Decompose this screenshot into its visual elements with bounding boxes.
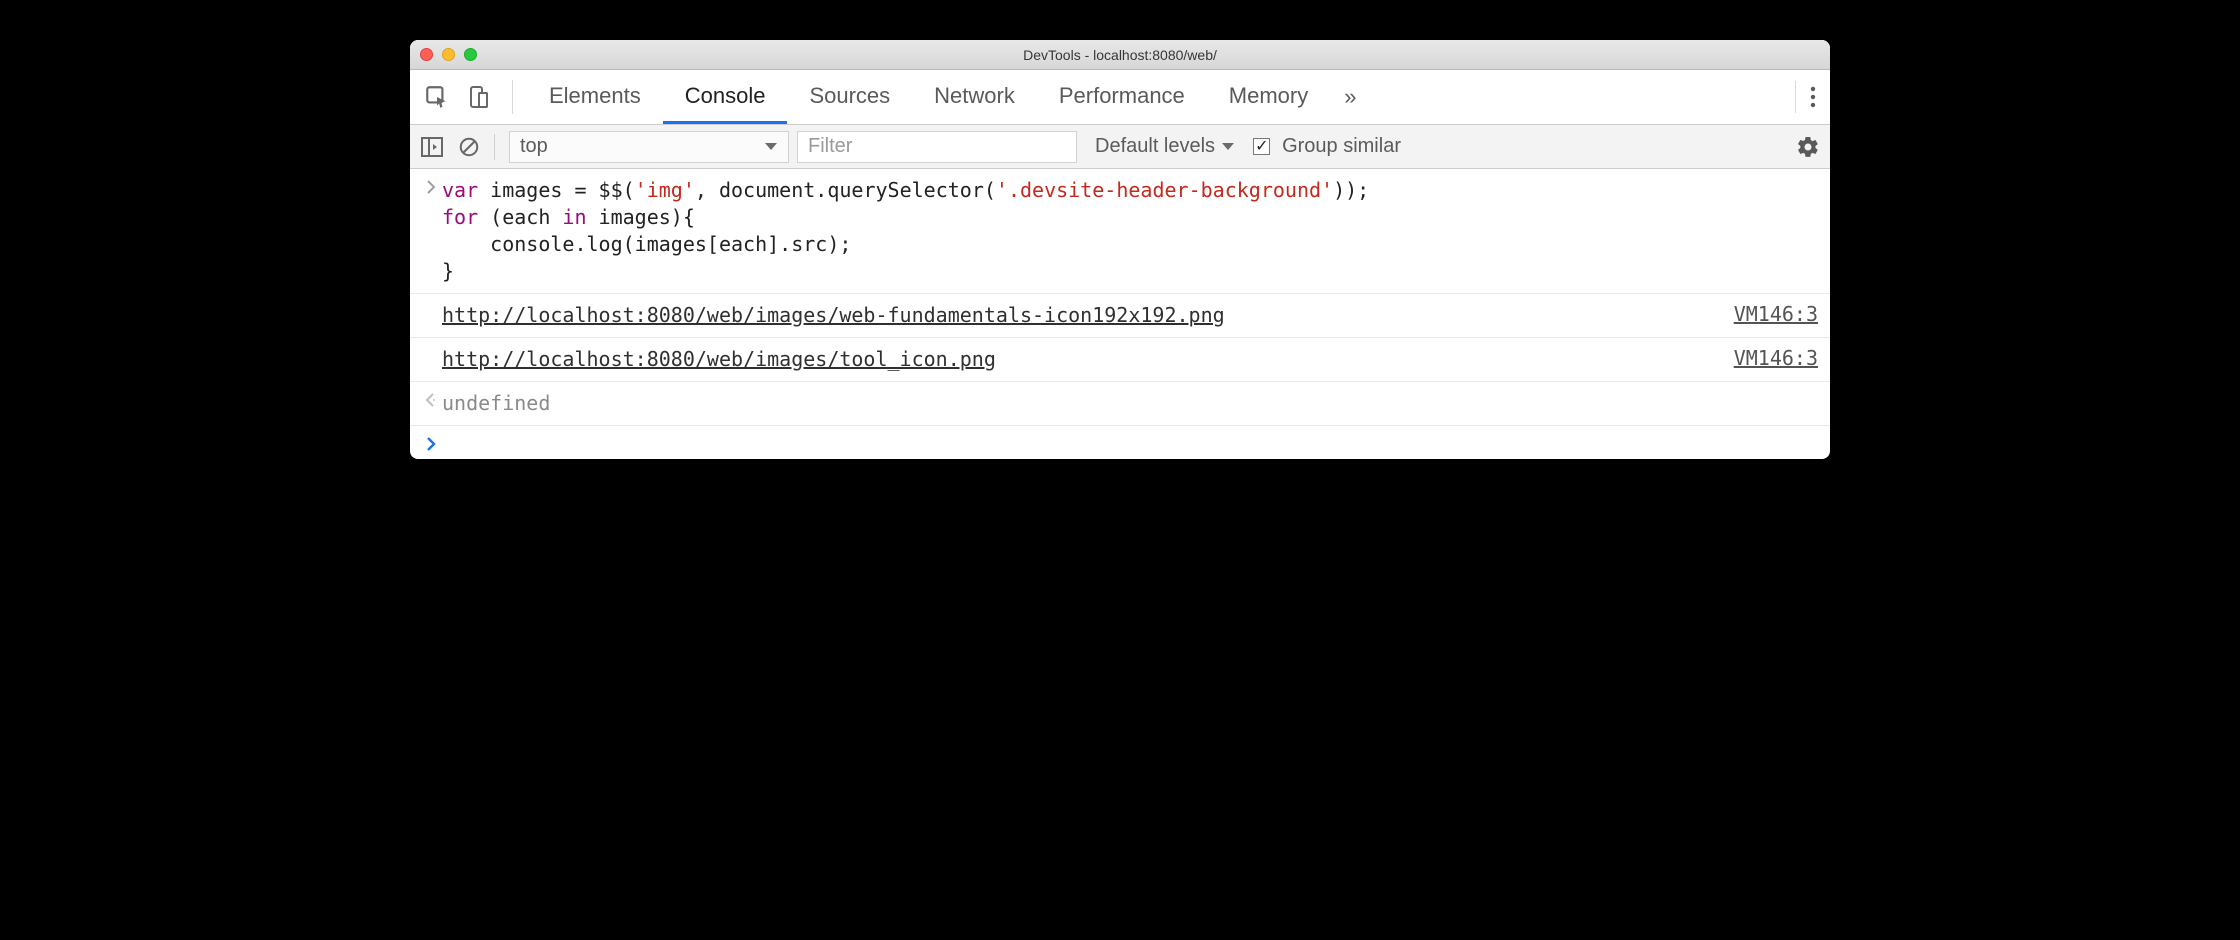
titlebar: DevTools - localhost:8080/web/ xyxy=(410,40,1830,70)
devtools-tabs: Elements Console Sources Network Perform… xyxy=(527,70,1330,124)
kebab-icon xyxy=(1810,85,1816,109)
tab-network[interactable]: Network xyxy=(912,70,1037,124)
dropdown-triangle-icon xyxy=(764,142,778,152)
window-close-button[interactable] xyxy=(420,48,433,61)
prompt-chevron-icon xyxy=(420,434,442,451)
group-similar-label: Group similar xyxy=(1282,135,1401,158)
tab-elements[interactable]: Elements xyxy=(527,70,663,124)
window-minimize-button[interactable] xyxy=(442,48,455,61)
more-options-button[interactable] xyxy=(1795,81,1816,113)
return-arrow-icon xyxy=(420,390,442,407)
clear-console-icon[interactable] xyxy=(458,136,480,158)
tab-console[interactable]: Console xyxy=(663,70,788,124)
devtools-window: DevTools - localhost:8080/web/ Elements xyxy=(410,40,1830,459)
context-label: top xyxy=(520,135,548,158)
input-chevron-icon xyxy=(420,177,442,194)
window-title: DevTools - localhost:8080/web/ xyxy=(410,47,1830,63)
group-similar-checkbox[interactable] xyxy=(1253,138,1270,155)
traffic-lights xyxy=(420,48,477,61)
divider xyxy=(512,80,513,114)
console-body: var images = $$('img', document.querySel… xyxy=(410,169,1830,459)
console-log-row: http://localhost:8080/web/images/web-fun… xyxy=(410,294,1830,338)
console-input-row[interactable]: var images = $$('img', document.querySel… xyxy=(410,169,1830,294)
console-filter-input[interactable] xyxy=(797,131,1077,163)
tab-performance[interactable]: Performance xyxy=(1037,70,1207,124)
console-log-row: http://localhost:8080/web/images/tool_ic… xyxy=(410,338,1830,382)
console-source-link[interactable]: VM146:3 xyxy=(1734,346,1818,370)
divider xyxy=(494,134,495,160)
execution-context-selector[interactable]: top xyxy=(509,131,789,163)
tab-sources[interactable]: Sources xyxy=(787,70,912,124)
console-input-code: var images = $$('img', document.querySel… xyxy=(442,177,1818,285)
tabs-overflow-button[interactable]: » xyxy=(1336,84,1364,110)
log-levels-selector[interactable]: Default levels xyxy=(1085,135,1245,158)
tab-memory[interactable]: Memory xyxy=(1207,70,1330,124)
console-source-link[interactable]: VM146:3 xyxy=(1734,302,1818,326)
console-log-message[interactable]: http://localhost:8080/web/images/tool_ic… xyxy=(442,346,1734,373)
window-zoom-button[interactable] xyxy=(464,48,477,61)
levels-label: Default levels xyxy=(1095,135,1215,158)
inspect-element-icon[interactable] xyxy=(424,84,450,110)
console-sidebar-toggle-icon[interactable] xyxy=(420,136,444,158)
dropdown-triangle-icon xyxy=(1221,142,1235,152)
console-prompt-row[interactable] xyxy=(410,426,1830,459)
console-return-row: undefined xyxy=(410,382,1830,426)
console-log-message[interactable]: http://localhost:8080/web/images/web-fun… xyxy=(442,302,1734,329)
console-return-value: undefined xyxy=(442,390,1818,417)
device-toolbar-icon[interactable] xyxy=(466,84,490,110)
devtools-tabs-row: Elements Console Sources Network Perform… xyxy=(410,70,1830,125)
console-toolbar: top Default levels Group similar xyxy=(410,125,1830,169)
console-settings-icon[interactable] xyxy=(1796,135,1820,159)
